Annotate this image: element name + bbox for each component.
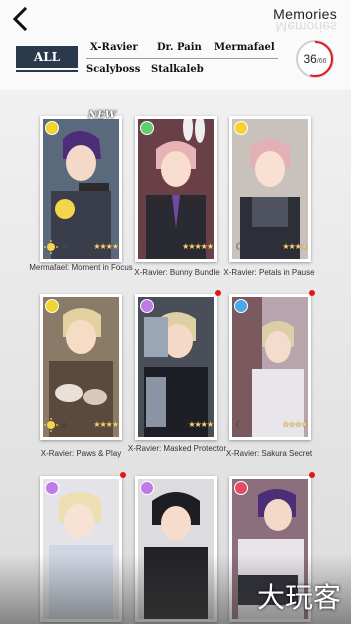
moon-icon: ☾: [235, 242, 244, 253]
new-badge: NEW: [88, 110, 116, 121]
star-rating: ★★★★: [93, 242, 119, 251]
memory-card-7[interactable]: [40, 472, 126, 622]
new-indicator-dot: [120, 472, 126, 478]
memory-card-6[interactable]: ☾ ★★★★: [229, 290, 315, 440]
card-artwork: [43, 297, 119, 437]
card-artwork: [43, 119, 119, 259]
memory-card-1[interactable]: NEW ♣ ★★★★: [40, 110, 122, 262]
memory-card-8[interactable]: [135, 476, 217, 622]
card-artwork: [232, 297, 308, 437]
memory-card-3[interactable]: ☾ ★★★★: [229, 116, 311, 262]
moon-icon: ☾: [235, 420, 244, 431]
filter-tab-all[interactable]: ALL: [16, 46, 78, 68]
filter-tab-dr-pain[interactable]: Dr. Pain: [157, 42, 202, 53]
attribute-leaf-icon: [140, 121, 154, 135]
counter-text: 36/66: [298, 52, 332, 66]
new-indicator-dot: [309, 472, 315, 478]
card-caption: X-Ravier: Paws & Play: [40, 449, 122, 458]
card-caption: Mermafael: Moment in Focus: [29, 263, 133, 272]
star-rating: ★★★★: [282, 242, 308, 251]
back-arrow-icon[interactable]: [8, 6, 34, 32]
moon-icon: ☾: [141, 420, 150, 431]
star-rating: ★★★★: [93, 420, 119, 429]
card-caption: X-Ravier: Petals in Pause: [223, 268, 315, 277]
new-indicator-dot: [215, 290, 221, 296]
attribute-heart-icon: [234, 481, 248, 495]
filter-tab-stalkaleb[interactable]: Stalkaleb: [151, 64, 204, 75]
card-artwork: [138, 297, 214, 437]
star-rating: ★★★★: [282, 420, 308, 429]
attribute-sun-icon: [45, 121, 59, 135]
filter-tab-scalyboss[interactable]: Scalyboss: [86, 64, 140, 75]
card-artwork: [138, 119, 214, 259]
memory-card-4[interactable]: ♣ ★★★★: [40, 294, 122, 440]
sun-rarity-icon: [44, 240, 58, 254]
attribute-water-icon: [234, 299, 248, 313]
new-indicator-dot: [309, 290, 315, 296]
attribute-sun-icon: [234, 121, 248, 135]
sun-rarity-icon: [44, 418, 58, 432]
club-icon: ♣: [61, 242, 68, 253]
filter-tab-x-ravier[interactable]: X-Ravier: [90, 42, 138, 53]
filter-tab-mermafael[interactable]: Mermafael: [214, 42, 275, 53]
star-rating: ★★★★★: [182, 242, 214, 251]
moon-icon: ☾: [141, 242, 150, 253]
page-title-reflection: Memories: [275, 19, 337, 35]
memory-card-2[interactable]: ☾ ★★★★★: [135, 116, 217, 262]
attribute-star-icon: [140, 299, 154, 313]
header-bar: Memories Memories ALL X-Ravier Dr. Pain …: [0, 0, 351, 90]
collection-counter: 36/66: [296, 40, 334, 78]
club-icon: ♣: [61, 420, 68, 431]
active-tab-underline: [16, 70, 78, 72]
card-artwork: [43, 479, 119, 619]
counter-total: /66: [316, 58, 327, 65]
star-rating: ★★★★: [188, 420, 214, 429]
attribute-sun-icon: [45, 299, 59, 313]
card-artwork: [232, 119, 308, 259]
attribute-star-icon: [140, 481, 154, 495]
card-artwork: [138, 479, 214, 619]
watermark: 大玩客: [256, 581, 341, 614]
counter-current: 36: [303, 52, 317, 66]
card-caption: X-Ravier: Sakura Secret: [225, 449, 313, 458]
filter-divider: [86, 58, 278, 59]
attribute-star-icon: [45, 481, 59, 495]
memory-card-5[interactable]: ☾ ★★★★: [135, 290, 221, 440]
